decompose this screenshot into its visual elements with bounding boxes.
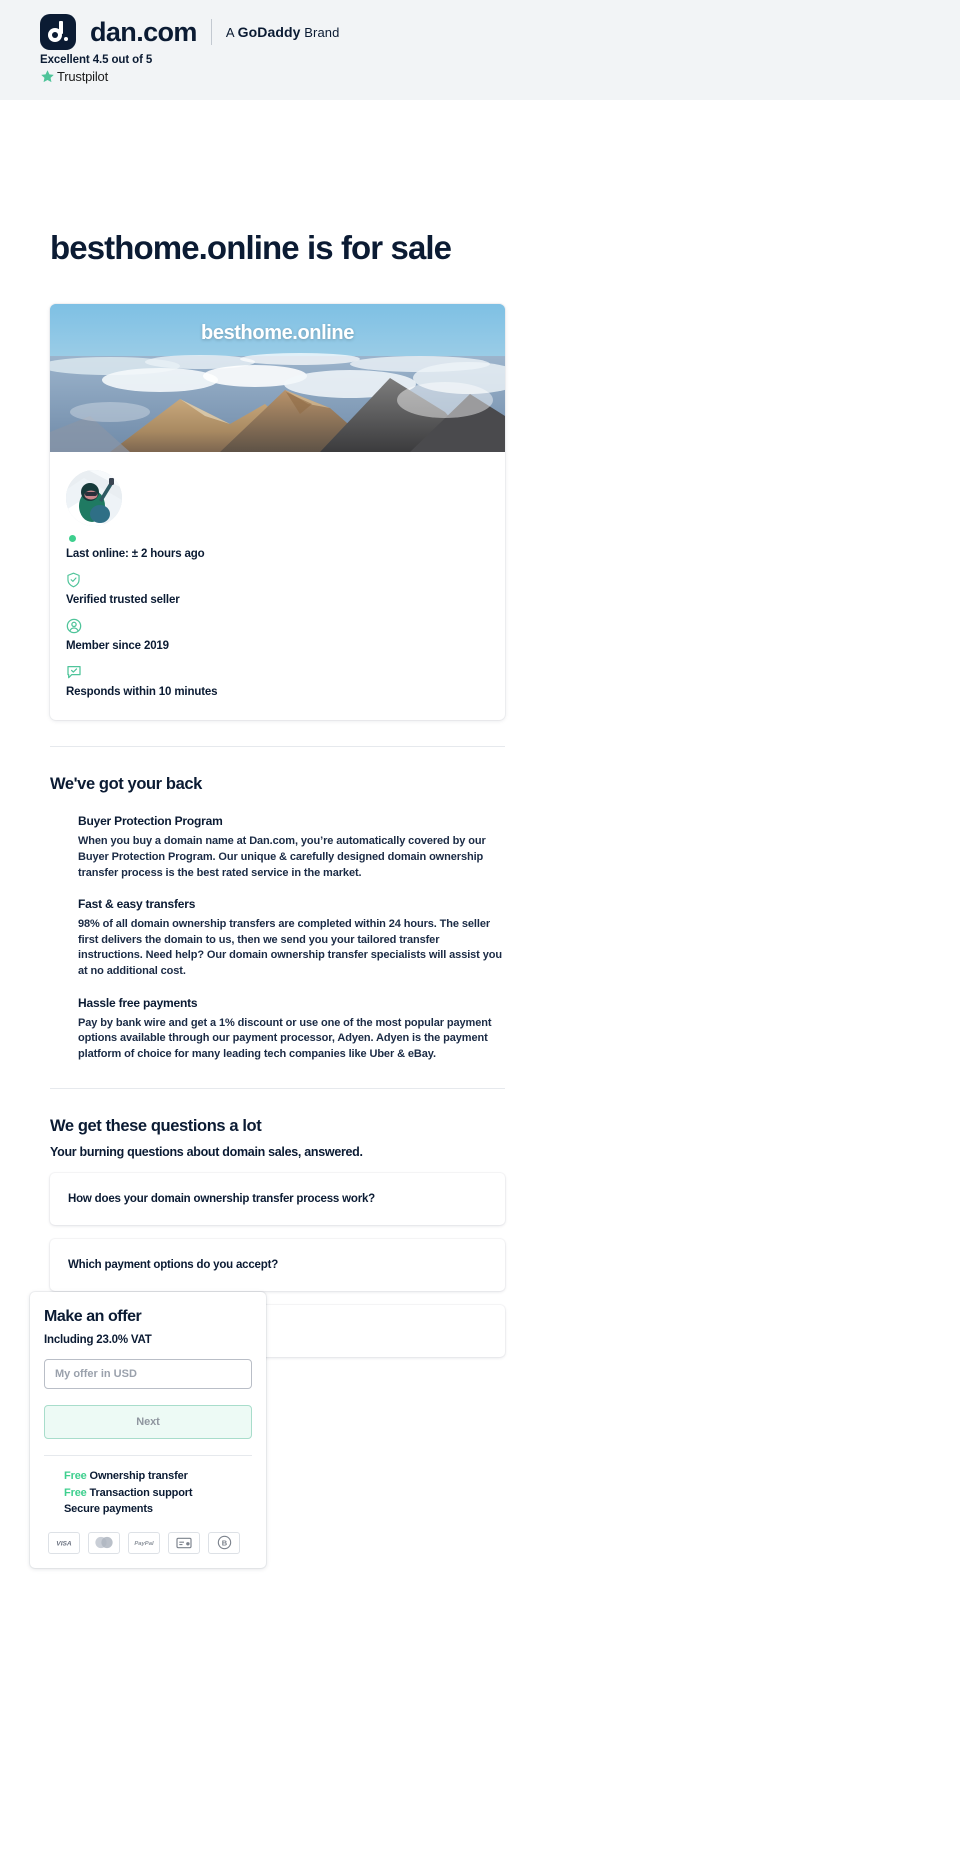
bank-transfer-icon: [168, 1531, 200, 1554]
brand-by-suffix: Brand: [300, 25, 340, 40]
badge-verified-seller: Verified trusted seller: [66, 572, 489, 606]
badge-verified-seller-label: Verified trusted seller: [66, 594, 180, 607]
make-an-offer-panel: Make an offer Including 23.0% VAT Next F…: [30, 1292, 266, 1568]
perk-label: Secure payments: [64, 1503, 153, 1515]
hero-image: besthome.online: [50, 304, 505, 453]
seller-info: Last online: ± 2 hours ago Verified trus…: [50, 452, 505, 720]
badge-response-time-label: Responds within 10 minutes: [66, 686, 218, 699]
shield-check-icon: [66, 572, 489, 588]
perk-transaction-support: Free Transaction support: [64, 1485, 252, 1502]
faq-question-label: Which payment options do you accept?: [68, 1259, 279, 1272]
page-title: besthome.online is for sale: [50, 229, 452, 266]
badge-member-since: Member since 2019: [66, 618, 489, 652]
svg-text:PayPal: PayPal: [134, 1541, 154, 1547]
offer-perks-list: Free Ownership transfer Free Transaction…: [44, 1468, 252, 1518]
benefit-heading: Fast & easy transfers: [78, 897, 196, 912]
trustpilot-star-icon: [41, 70, 54, 83]
benefits-list: Buyer Protection Program When you buy a …: [50, 814, 505, 1062]
badge-member-since-label: Member since 2019: [66, 640, 169, 653]
offer-divider: [44, 1455, 252, 1456]
svg-text:B: B: [221, 1539, 227, 1548]
benefit-body: Pay by bank wire and get a 1% discount o…: [78, 1016, 492, 1060]
visa-icon: VISA: [48, 1531, 80, 1554]
faq-item-transfer-process[interactable]: How does your domain ownership transfer …: [50, 1173, 505, 1226]
trustpilot-score: Excellent 4.5 out of 5: [40, 54, 153, 66]
benefit-hassle-free-payments: Hassle free payments Pay by bank wire an…: [78, 996, 505, 1063]
brand-row: dan.com A GoDaddy Brand: [40, 14, 339, 50]
perk-free-tag: Free: [64, 1470, 87, 1482]
benefit-body: 98% of all domain ownership transfers ar…: [78, 918, 502, 977]
section-divider-bottom: [50, 1088, 505, 1090]
godaddy-brand-label: A GoDaddy Brand: [226, 24, 340, 40]
offer-amount-input[interactable]: [44, 1359, 252, 1389]
perk-label: Transaction support: [86, 1486, 193, 1499]
perk-label: Ownership transfer: [86, 1470, 188, 1482]
faq-question-label: How does your domain ownership transfer …: [68, 1193, 375, 1206]
perk-free-tag: Free: [64, 1486, 87, 1499]
benefit-buyer-protection: Buyer Protection Program When you buy a …: [78, 814, 505, 881]
benefits-title: We've got your back: [50, 775, 202, 794]
bitcoin-icon: B: [208, 1531, 240, 1554]
perk-ownership-transfer: Free Ownership transfer: [64, 1468, 252, 1485]
section-divider-top: [50, 746, 505, 748]
dan-logo-wordmark[interactable]: dan.com: [90, 17, 197, 48]
online-status-dot: [69, 535, 76, 543]
faq-subtitle: Your burning questions about domain sale…: [50, 1145, 363, 1160]
avatar-photo: [66, 470, 122, 527]
brand-by-name: GoDaddy: [237, 24, 301, 40]
paypal-icon: PayPal: [128, 1531, 160, 1554]
brand-by-prefix: A: [225, 25, 238, 40]
listing-card: besthome.online Last online: ± 2 hours a…: [50, 304, 505, 721]
brand-divider: [210, 19, 212, 45]
svg-text:VISA: VISA: [56, 1540, 72, 1547]
dan-logo-icon[interactable]: [40, 14, 76, 50]
offer-panel-title: Make an offer: [44, 1308, 142, 1325]
avatar-wrap: [66, 470, 122, 543]
trustpilot-block[interactable]: Excellent 4.5 out of 5 Trustpilot: [40, 54, 152, 84]
benefit-fast-transfers: Fast & easy transfers 98% of all domain …: [78, 897, 505, 979]
last-online-label: Last online: ± 2 hours ago: [66, 548, 205, 561]
site-header: dan.com A GoDaddy Brand Excellent 4.5 ou…: [0, 0, 960, 100]
benefit-heading: Hassle free payments: [78, 995, 198, 1010]
chat-check-icon: [66, 664, 489, 680]
faq-item-payment-options[interactable]: Which payment options do you accept?: [50, 1239, 505, 1292]
trustpilot-brand: Trustpilot: [40, 69, 152, 84]
user-circle-icon: [66, 618, 489, 634]
faq-title: We get these questions a lot: [50, 1117, 262, 1136]
benefits-section: We've got your back Buyer Protection Pro…: [50, 775, 505, 1062]
seller-avatar[interactable]: [66, 470, 122, 527]
trustpilot-name: Trustpilot: [57, 69, 108, 84]
main-column: besthome.online is for sale besthome.onl…: [50, 229, 505, 1358]
benefit-body: When you buy a domain name at Dan.com, y…: [78, 835, 486, 879]
payment-methods-row: VISA PayPal B: [44, 1531, 252, 1554]
offer-next-button[interactable]: Next: [44, 1405, 252, 1439]
offer-vat-label: Including 23.0% VAT: [44, 1334, 152, 1346]
benefit-heading: Buyer Protection Program: [78, 814, 223, 829]
mastercard-icon: [88, 1531, 120, 1554]
perk-secure-payments: Secure payments: [64, 1501, 252, 1518]
badge-response-time: Responds within 10 minutes: [66, 664, 489, 698]
hero-domain-label: besthome.online: [201, 322, 354, 345]
